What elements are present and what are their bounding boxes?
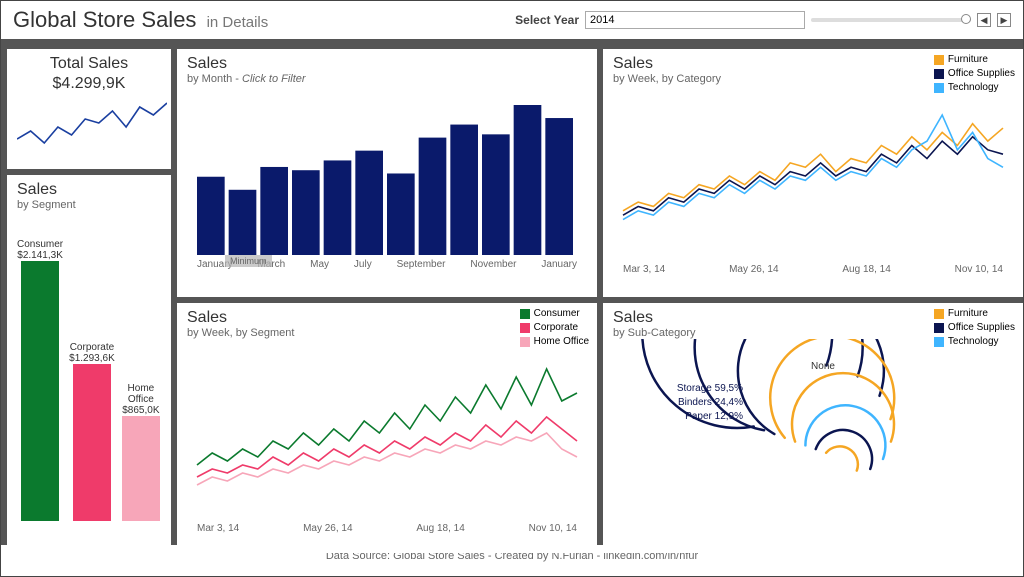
panel-sales-by-month[interactable]: Sales by Month - Click to Filter Minimum… xyxy=(177,49,597,297)
subcategory-spiral[interactable]: None Storage 59,5% Binders 24,4% Paper 12,9… xyxy=(613,339,1013,539)
panel-sales-by-segment: Sales by Segment Consumer$2.141,3KCorpor… xyxy=(7,175,171,553)
legend-swatch-corporate xyxy=(520,323,530,333)
legend-label-home: Home Office xyxy=(534,335,589,349)
total-sparkline xyxy=(17,93,167,153)
segment-bar-home-office[interactable]: Home Office$865,0K xyxy=(121,221,161,521)
month-sub-em: Click to Filter xyxy=(242,73,306,85)
legend2-swatch-office xyxy=(934,323,944,333)
legend-category-2: Furniture Office Supplies Technology xyxy=(934,307,1015,349)
minimum-badge: Minimum xyxy=(225,255,272,267)
legend-swatch-consumer xyxy=(520,309,530,319)
legend-segment: Consumer Corporate Home Office xyxy=(520,307,589,349)
month-sub-pre: by Month - xyxy=(187,73,242,85)
select-year-label: Select Year xyxy=(515,13,579,27)
panel-total-sales: Total Sales $4.299,9K xyxy=(7,49,171,169)
total-value: $4.299,9K xyxy=(17,75,161,93)
title-sub: in Details xyxy=(207,14,269,31)
week-segment-chart[interactable] xyxy=(187,339,587,519)
wcat-axis: Mar 3, 14May 26, 14Aug 18, 14Nov 10, 14 xyxy=(613,260,1013,275)
legend2-label-office: Office Supplies xyxy=(948,321,1015,335)
wseg-axis: Mar 3, 14May 26, 14Aug 18, 14Nov 10, 14 xyxy=(187,519,587,534)
dashboard-grid: Total Sales $4.299,9K Sales by Segment C… xyxy=(1,43,1023,541)
slider-knob-icon[interactable] xyxy=(961,14,971,24)
segment-bars[interactable]: Consumer$2.141,3KCorporate$1.293,6KHome … xyxy=(17,221,161,521)
legend2-label-furniture: Furniture xyxy=(948,307,988,321)
legend-label-consumer: Consumer xyxy=(534,307,580,321)
legend-swatch-furniture xyxy=(934,55,944,65)
segment-bar-consumer[interactable]: Consumer$2.141,3K xyxy=(17,221,63,521)
total-title: Total Sales xyxy=(17,55,161,73)
legend-label-office: Office Supplies xyxy=(948,67,1015,81)
seg-subtitle: by Segment xyxy=(17,199,161,211)
seg-title: Sales xyxy=(17,181,161,199)
year-slider[interactable] xyxy=(811,18,971,22)
svg-text:Paper 12,9%: Paper 12,9% xyxy=(685,411,743,422)
panel-sales-subcategory: Sales by Sub-Category Furniture Office S… xyxy=(603,303,1023,553)
legend2-swatch-tech xyxy=(934,337,944,347)
legend2-swatch-furniture xyxy=(934,309,944,319)
svg-text:Storage 59,5%: Storage 59,5% xyxy=(677,383,743,394)
legend-label-furniture: Furniture xyxy=(948,53,988,67)
svg-text:None: None xyxy=(811,361,835,372)
title-main: Global Store Sales xyxy=(13,7,196,32)
panel-sales-week-category: Sales by Week, by Category Furniture Off… xyxy=(603,49,1023,297)
week-category-chart[interactable] xyxy=(613,85,1013,260)
year-prev-button[interactable]: ◀ xyxy=(977,13,991,27)
month-title: Sales xyxy=(187,55,587,73)
svg-text:Binders 24,4%: Binders 24,4% xyxy=(678,397,743,408)
legend-label-corporate: Corporate xyxy=(534,321,578,335)
legend-swatch-office xyxy=(934,69,944,79)
page-title: Global Store Sales in Details xyxy=(13,7,268,33)
year-input[interactable] xyxy=(585,11,805,29)
month-bar-chart[interactable] xyxy=(187,85,587,255)
month-subtitle: by Month - Click to Filter xyxy=(187,73,587,85)
legend-category: Furniture Office Supplies Technology xyxy=(934,53,1015,95)
legend-swatch-home xyxy=(520,337,530,347)
legend-label-tech: Technology xyxy=(948,81,999,95)
legend2-label-tech: Technology xyxy=(948,335,999,349)
panel-sales-week-segment: Sales by Week, by Segment Consumer Corpo… xyxy=(177,303,597,553)
segment-bar-corporate[interactable]: Corporate$1.293,6K xyxy=(69,221,115,521)
dashboard-header: Global Store Sales in Details Select Yea… xyxy=(1,1,1023,43)
legend-swatch-tech xyxy=(934,83,944,93)
year-next-button[interactable]: ▶ xyxy=(997,13,1011,27)
